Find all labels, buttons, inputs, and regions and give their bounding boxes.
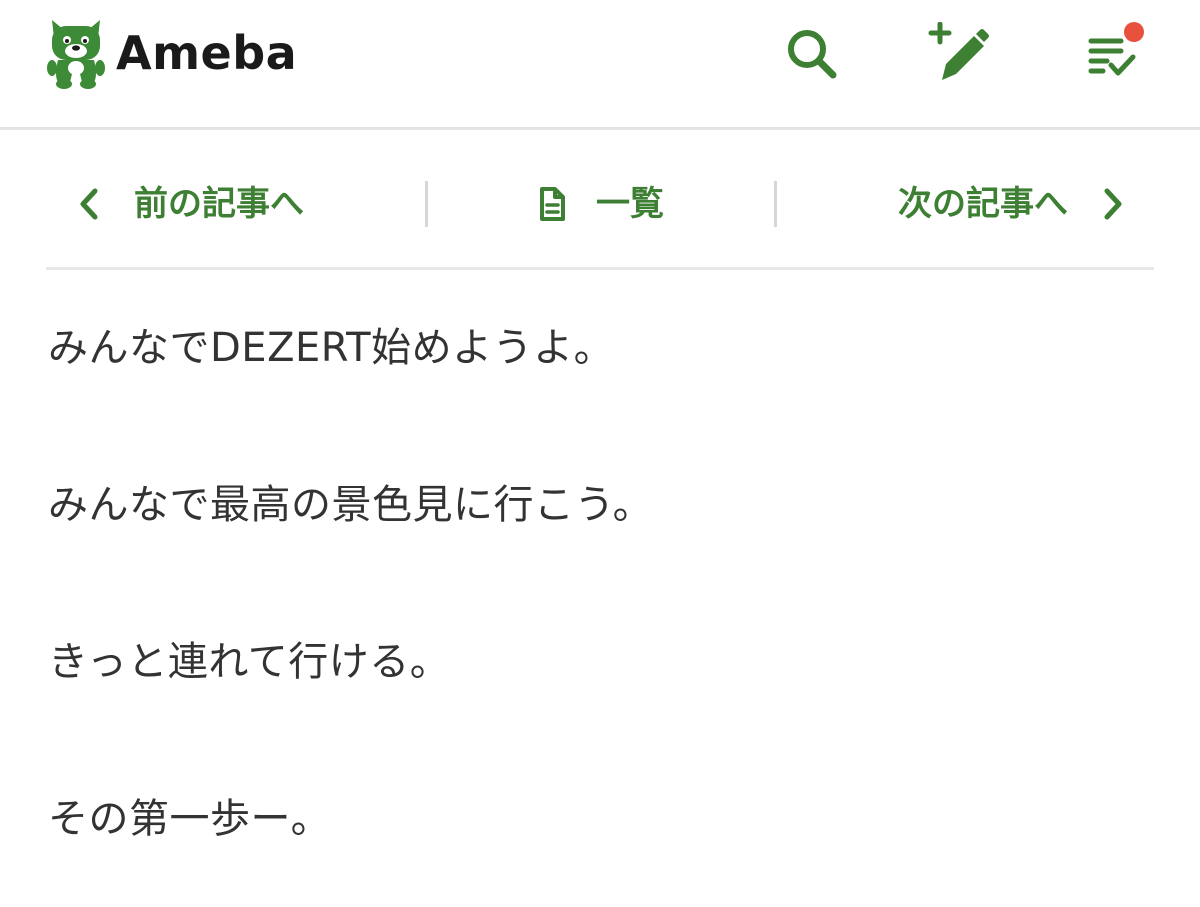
write-post-icon	[928, 22, 989, 80]
body-paragraph: みんなでDEZERT始めようよ。	[48, 325, 615, 371]
ameba-dog-icon	[47, 20, 105, 89]
document-icon	[540, 186, 565, 221]
notification-dot	[1124, 22, 1144, 42]
body-paragraph: きっと連れて行ける。	[48, 639, 451, 685]
write-post-button[interactable]	[928, 22, 992, 86]
reading-list-button[interactable]	[1080, 22, 1144, 86]
body-paragraph: その第一歩ー。	[48, 796, 332, 842]
article-list-label: 一覧	[596, 183, 664, 224]
blog-page: Ameba 前の記事へ 一覧 次の記事へ みんなでDEZERT始めようよ。 みん…	[0, 0, 1200, 907]
body-paragraph: みんなで最高の景色見に行こう。	[48, 482, 654, 528]
search-button[interactable]	[780, 22, 844, 86]
article-body: みんなでDEZERT始めようよ。 みんなで最高の景色見に行こう。 きっと連れて行…	[48, 318, 1148, 907]
article-navigation: 前の記事へ 一覧 次の記事へ	[46, 140, 1154, 270]
logo-text: Ameba	[116, 26, 298, 80]
prev-article-label: 前の記事へ	[134, 183, 304, 224]
article-list-link[interactable]: 一覧	[428, 140, 775, 267]
app-header: Ameba	[0, 0, 1200, 130]
chevron-right-icon	[1104, 188, 1122, 219]
chevron-left-icon	[80, 188, 98, 219]
search-icon	[788, 30, 837, 79]
ameba-logo[interactable]: Ameba	[46, 16, 297, 90]
prev-article-link[interactable]: 前の記事へ	[46, 140, 425, 267]
next-article-link[interactable]: 次の記事へ	[777, 140, 1154, 267]
next-article-label: 次の記事へ	[898, 183, 1069, 224]
